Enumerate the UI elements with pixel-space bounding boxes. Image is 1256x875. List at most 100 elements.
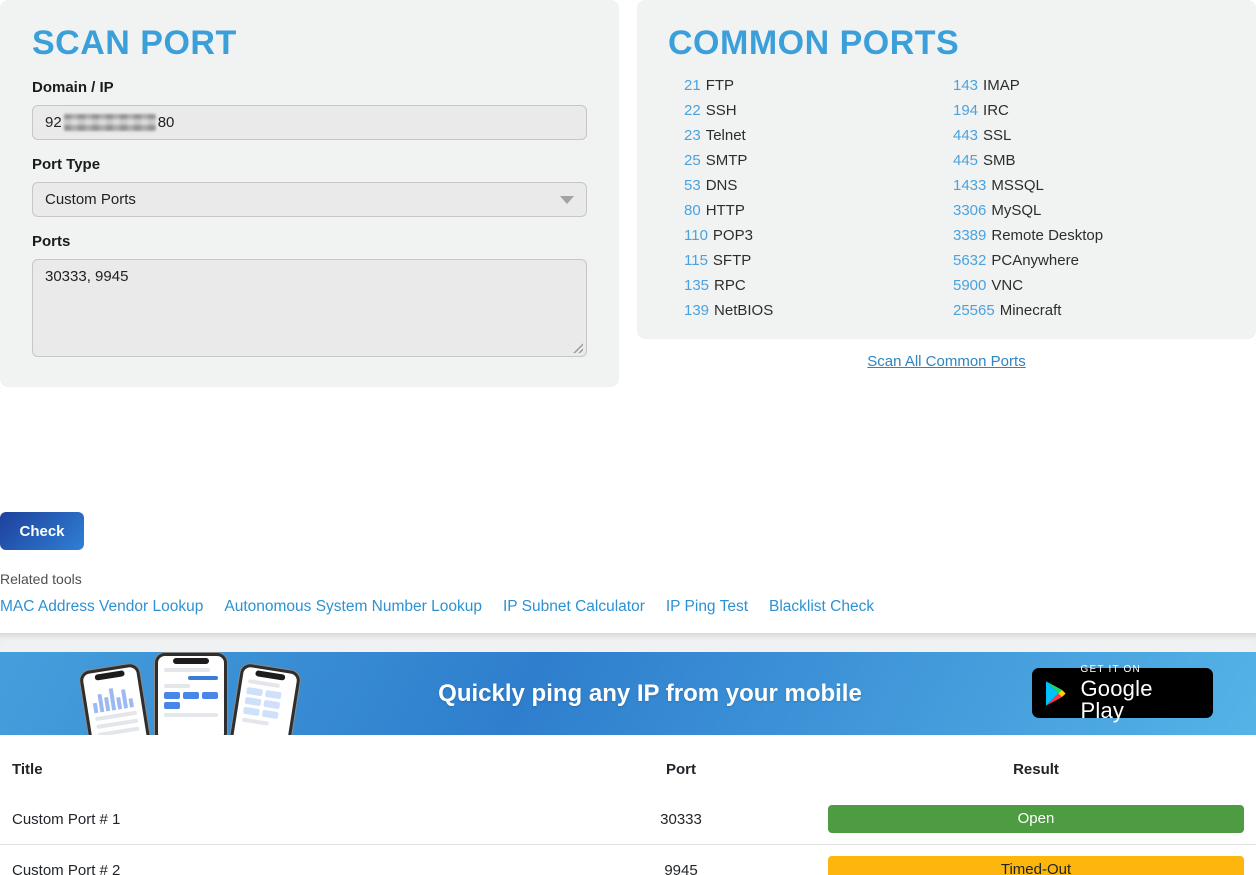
port-number: 139: [684, 302, 709, 319]
check-button[interactable]: Check: [0, 512, 84, 550]
port-service-name: SSH: [706, 102, 737, 119]
port-service-name: Minecraft: [1000, 302, 1062, 319]
common-port-item: 115 SFTP: [684, 248, 953, 273]
result-title: Custom Port # 2: [0, 845, 640, 875]
port-service-name: SMB: [983, 152, 1016, 169]
common-port-item: 25565 Minecraft: [953, 298, 1222, 323]
port-service-name: DNS: [706, 177, 738, 194]
scan-port-card: SCAN PORT Domain / IP 9280 Port Type Cus…: [0, 0, 619, 387]
port-service-name: POP3: [713, 227, 753, 244]
common-port-item: 5632 PCAnywhere: [953, 248, 1222, 273]
port-service-name: MySQL: [991, 202, 1041, 219]
port-type-selected-value: Custom Ports: [45, 191, 136, 208]
port-number: 5900: [953, 277, 986, 294]
port-service-name: RPC: [714, 277, 746, 294]
port-service-name: MSSQL: [991, 177, 1044, 194]
resize-handle-icon[interactable]: [572, 342, 583, 353]
result-title: Custom Port # 1: [0, 794, 640, 845]
port-number: 1433: [953, 177, 986, 194]
phone-right-image: [229, 663, 301, 735]
port-number: 445: [953, 152, 978, 169]
column-header-port: Port: [640, 735, 722, 794]
common-ports-card: COMMON PORTS 21 FTP 22SSH 23 Telnet 25 SMTP 53 D…: [637, 0, 1256, 339]
google-play-icon: [1045, 680, 1069, 707]
port-service-name: Remote Desktop: [991, 227, 1103, 244]
common-port-item: 3306 MySQL: [953, 198, 1222, 223]
google-play-label: Google Play: [1080, 678, 1200, 722]
port-service-name: VNC: [991, 277, 1023, 294]
related-tools-heading: Related tools: [0, 571, 1256, 587]
domain-ip-value-suffix: 80: [158, 114, 175, 131]
port-service-name: Telnet: [706, 127, 746, 144]
common-port-item: 25 SMTP: [684, 148, 953, 173]
common-port-item: 445 SMB: [953, 148, 1222, 173]
ports-value: 30333, 9945: [45, 268, 128, 285]
port-service-name: IMAP: [983, 77, 1020, 94]
column-header-result: Result: [722, 735, 1256, 794]
chevron-down-icon: [560, 196, 574, 204]
status-badge: Open: [828, 805, 1244, 833]
related-tool-link-mac-address-vendor-lookup[interactable]: MAC Address Vendor Lookup: [0, 598, 203, 616]
domain-ip-input[interactable]: 92 80: [32, 105, 587, 140]
top-cards-row: SCAN PORT Domain / IP 9280 Port Type Cus…: [0, 0, 1256, 387]
common-port-item: 3389 Remote Desktop: [953, 223, 1222, 248]
common-port-item: 21 FTP: [684, 73, 953, 98]
result-port: 9945: [640, 845, 722, 875]
common-ports-column-1: 21 FTP 22SSH 23 Telnet 25 SMTP 53 DNS 80 HTTP 110PO…: [684, 73, 953, 323]
scan-all-common-ports-link[interactable]: Scan All Common Ports: [637, 353, 1256, 370]
port-number: 443: [953, 127, 978, 144]
redacted-ip-segment: [64, 114, 156, 131]
page: SCAN PORT Domain / IP 9280 Port Type Cus…: [0, 0, 1256, 616]
port-number: 3389: [953, 227, 986, 244]
port-number: 25: [684, 152, 701, 169]
common-port-item: 22SSH: [684, 98, 953, 123]
common-port-item: 5900 VNC: [953, 273, 1222, 298]
port-number: 135: [684, 277, 709, 294]
common-ports-grid: 21 FTP 22SSH 23 Telnet 25 SMTP 53 DNS 80 HTTP 110PO…: [668, 73, 1225, 323]
domain-ip-label: Domain / IP: [32, 79, 587, 96]
phone-left-image: [79, 663, 151, 735]
domain-ip-value-prefix: 92: [45, 114, 62, 131]
port-service-name: FTP: [706, 77, 734, 94]
common-port-item: 23 Telnet: [684, 123, 953, 148]
port-number: 80: [684, 202, 701, 219]
related-tool-link-ip-ping-test[interactable]: IP Ping Test: [666, 598, 748, 616]
google-play-badge-text: GET IT ON Google Play: [1080, 665, 1200, 722]
related-tool-link-blacklist-check[interactable]: Blacklist Check: [769, 598, 874, 616]
port-number: 23: [684, 127, 701, 144]
result-row: Custom Port # 29945Timed-Out: [0, 845, 1256, 875]
common-port-item: 80 HTTP: [684, 198, 953, 223]
result-row: Custom Port # 130333Open: [0, 794, 1256, 845]
port-service-name: PCAnywhere: [991, 252, 1079, 269]
port-service-name: HTTP: [706, 202, 745, 219]
port-number: 25565: [953, 302, 995, 319]
port-number: 53: [684, 177, 701, 194]
common-ports-column: COMMON PORTS 21 FTP 22SSH 23 Telnet 25 SMTP 53 D…: [637, 0, 1256, 370]
app-phones-image: [85, 659, 317, 735]
port-service-name: IRC: [983, 102, 1009, 119]
related-tool-link-autonomous-system-number-lookup[interactable]: Autonomous System Number Lookup: [224, 598, 482, 616]
related-tool-link-ip-subnet-calculator[interactable]: IP Subnet Calculator: [503, 598, 645, 616]
common-port-item: 53 DNS: [684, 173, 953, 198]
common-port-item: 443SSL: [953, 123, 1222, 148]
section-divider: [0, 633, 1256, 652]
related-tools-links: MAC Address Vendor Lookup Autonomous Syst…: [0, 598, 1256, 616]
port-service-name: SMTP: [706, 152, 748, 169]
common-ports-title: COMMON PORTS: [668, 24, 1225, 63]
common-port-item: 135 RPC: [684, 273, 953, 298]
port-service-name: NetBIOS: [714, 302, 773, 319]
column-header-title: Title: [0, 735, 640, 794]
port-type-select[interactable]: Custom Ports: [32, 182, 587, 217]
port-number: 5632: [953, 252, 986, 269]
port-service-name: SFTP: [713, 252, 751, 269]
google-play-badge[interactable]: GET IT ON Google Play: [1032, 668, 1213, 718]
banner-headline: Quickly ping any IP from your mobile: [438, 680, 862, 708]
common-port-item: 1433 MSSQL: [953, 173, 1222, 198]
ports-label: Ports: [32, 233, 587, 250]
common-port-item: 110POP3: [684, 223, 953, 248]
port-number: 115: [684, 252, 708, 269]
port-number: 3306: [953, 202, 986, 219]
ports-textarea[interactable]: 30333, 9945: [32, 259, 587, 357]
scan-port-title: SCAN PORT: [32, 24, 587, 63]
port-number: 21: [684, 77, 701, 94]
